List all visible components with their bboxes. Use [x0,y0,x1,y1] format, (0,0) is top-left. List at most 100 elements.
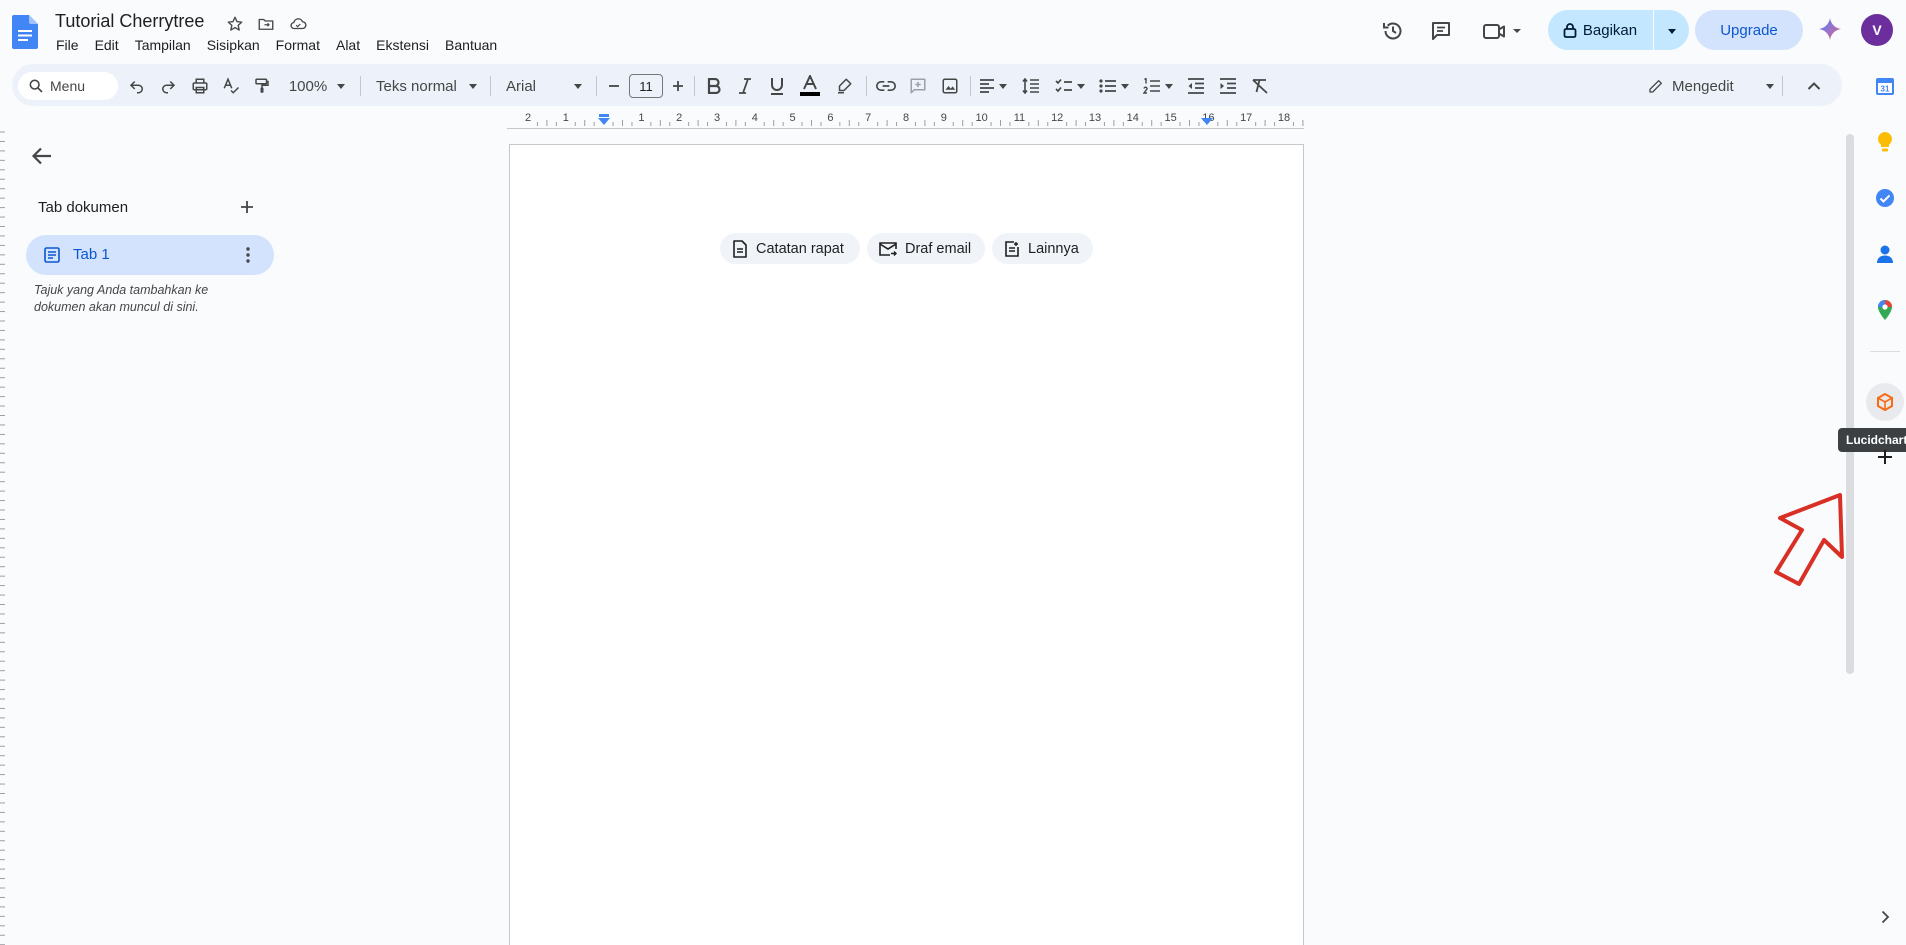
spellcheck-icon[interactable] [220,72,242,100]
clear-formatting-icon[interactable] [1248,72,1272,100]
lucidchart-icon[interactable] [1866,383,1904,421]
editing-mode-value: Mengedit [1672,77,1734,95]
ruler-label: 1 [563,112,569,124]
insert-image-icon[interactable] [938,72,962,100]
ruler-label: 18 [1278,112,1290,124]
ruler-label: 5 [790,112,796,124]
chevron-down-icon [1765,83,1774,89]
text-color-icon[interactable] [798,72,822,100]
bold-icon[interactable] [702,72,726,100]
decrease-indent-icon[interactable] [1184,72,1208,100]
tab-item-tab-1[interactable]: Tab 1 [26,235,274,275]
ruler-label: 2 [676,112,682,124]
chip-label: Catatan rapat [756,240,844,257]
menu-help[interactable]: Bantuan [437,36,505,54]
ruler-label: 12 [1051,112,1063,124]
undo-icon[interactable] [126,72,148,100]
upgrade-button[interactable]: Upgrade [1695,10,1803,50]
chip-label: Lainnya [1028,240,1079,257]
ruler-label: 11 [1014,112,1025,124]
back-arrow-icon[interactable] [30,146,54,166]
menu-edit[interactable]: Edit [87,36,127,54]
italic-icon[interactable] [734,72,756,100]
maps-icon[interactable] [1870,295,1900,325]
share-dropdown-button[interactable] [1654,10,1689,50]
ruler-label: 3 [714,112,720,124]
star-icon[interactable] [224,13,246,35]
version-history-icon[interactable] [1376,14,1410,48]
font-size-increase-icon[interactable] [668,72,688,100]
mail-icon [879,241,897,257]
menu-extensions[interactable]: Ekstensi [368,36,437,54]
font-select[interactable]: Arial [500,72,586,100]
meet-icon[interactable] [1480,14,1526,48]
share-label: Bagikan [1582,21,1638,39]
docs-logo-icon[interactable] [12,15,42,51]
increase-indent-icon[interactable] [1216,72,1240,100]
align-select[interactable] [976,72,1010,100]
add-icon[interactable] [1870,442,1900,472]
bulleted-list-select[interactable] [1096,72,1132,100]
print-icon[interactable] [188,72,212,100]
tasks-icon[interactable] [1870,183,1900,213]
gemini-icon[interactable] [1818,17,1842,41]
collapse-toolbar-icon[interactable] [1802,72,1826,100]
menu-file[interactable]: File [48,36,87,54]
right-indent-marker[interactable] [1200,114,1214,126]
left-indent-marker[interactable] [597,114,611,126]
share-button[interactable]: Bagikan [1548,10,1689,50]
chevron-right-icon[interactable] [1870,902,1900,932]
document-title[interactable]: Tutorial Cherrytree [55,11,204,32]
chip-more[interactable]: Lainnya [992,233,1093,264]
chip-meeting-notes[interactable]: Catatan rapat [720,233,860,264]
menu-format[interactable]: Format [268,36,328,54]
horizontal-ruler: 21123456789101112131415161718 [507,111,1304,129]
contacts-icon[interactable] [1870,239,1900,269]
redo-icon[interactable] [157,72,179,100]
zoom-select[interactable]: 100% [284,72,350,100]
ruler-label: 9 [941,112,947,124]
toolbar-divider [490,76,491,96]
keep-icon[interactable] [1870,127,1900,157]
menu-tools[interactable]: Alat [328,36,368,54]
document-page[interactable] [509,144,1304,945]
move-folder-icon[interactable] [255,13,277,35]
chevron-down-icon [1077,83,1085,89]
link-icon[interactable] [874,72,898,100]
document-tabs-title: Tab dokumen [38,199,129,216]
svg-text:31: 31 [1881,85,1890,94]
paragraph-style-select[interactable]: Teks normal [370,72,486,100]
underline-icon[interactable] [766,72,788,100]
search-icon [28,78,44,94]
menu-insert[interactable]: Sisipkan [199,36,268,54]
cloud-saved-icon[interactable] [287,13,309,35]
highlight-icon[interactable] [832,72,856,100]
add-comment-icon[interactable] [906,72,930,100]
add-tab-icon[interactable] [236,196,258,218]
scrollbar[interactable] [1846,134,1854,674]
editing-mode-select[interactable]: Mengedit [1640,72,1778,100]
menu-search-input[interactable]: Menu [18,72,118,100]
ruler-label: 1 [638,112,644,124]
menu-view[interactable]: Tampilan [127,36,199,54]
ruler-label: 13 [1089,112,1101,124]
numbered-list-select[interactable] [1140,72,1176,100]
document-icon [44,247,60,263]
paint-format-icon[interactable] [251,72,273,100]
checklist-select[interactable] [1052,72,1088,100]
more-vert-icon[interactable] [243,245,253,265]
line-spacing-icon[interactable] [1018,72,1044,100]
ruler-label: 6 [827,112,833,124]
calendar-icon[interactable]: 31 [1870,71,1900,101]
font-size-input[interactable]: 11 [629,74,663,98]
share-main-button[interactable]: Bagikan [1548,10,1652,50]
font-size-decrease-icon[interactable] [604,72,624,100]
avatar[interactable]: V [1861,14,1893,46]
toolbar-divider [596,76,597,96]
chevron-down-icon [999,83,1007,89]
comments-icon[interactable] [1424,14,1458,48]
ruler-label: 17 [1240,112,1252,124]
side-panel-divider [1870,351,1900,352]
chip-email-draft[interactable]: Draf email [867,233,985,264]
chevron-down-icon [574,83,582,89]
